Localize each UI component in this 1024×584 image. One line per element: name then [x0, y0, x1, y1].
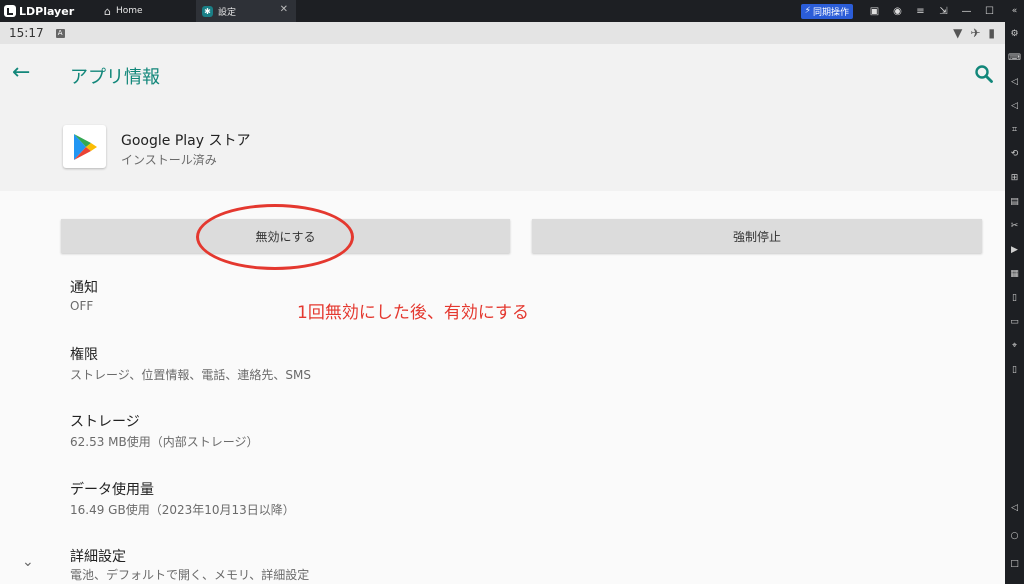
settings-gear-icon: ✱ — [202, 5, 213, 17]
android-home-icon[interactable]: ○ — [1008, 530, 1021, 542]
emulator-title-bar: LDPlayer ⌂ Home ✱ 設定 ✕ ⚡ 同期操作 ▣ ◉ ≡ ⇲ — … — [0, 0, 1024, 22]
emulator-window-controls: ⚡ 同期操作 ▣ ◉ ≡ ⇲ — ☐ ✕ — [800, 0, 1024, 22]
volume-up-icon[interactable]: ◁ — [1008, 76, 1021, 88]
google-play-logo-icon — [73, 133, 97, 160]
settings-item-subtitle: 62.53 MB使用（内部ストレージ） — [70, 435, 259, 449]
app-install-status: インストール済み — [121, 153, 217, 167]
record-icon[interactable]: ▶ — [1008, 244, 1021, 256]
settings-item-subtitle: ストレージ、位置情報、電話、連絡先、SMS — [70, 368, 311, 382]
account-icon[interactable]: ◉ — [886, 6, 909, 17]
tab-home[interactable]: ⌂ Home — [92, 0, 196, 22]
status-icons: ▼ ✈ ▮ — [945, 26, 1005, 40]
chevron-down-icon: ⌄ — [22, 554, 34, 570]
status-time: 15:17 — [9, 26, 44, 40]
sync-operation-button[interactable]: ⚡ 同期操作 — [800, 3, 853, 19]
app-info-header: ← アプリ情報 Google Play ストア インストール済み — [0, 44, 1005, 191]
sync-operation-label: 同期操作 — [812, 7, 849, 18]
settings-item-subtitle: 電池、デフォルトで開く、メモリ、詳細設定 — [70, 568, 310, 582]
airplane-mode-icon: ✈ — [970, 26, 981, 40]
settings-item-title: 詳細設定 — [70, 549, 126, 565]
ldplayer-logo-icon — [4, 5, 16, 17]
android-back-icon[interactable]: ◁ — [1008, 502, 1021, 514]
sidebar-collapse-icon[interactable]: « — [1005, 0, 1024, 22]
app-info-screen: ← アプリ情報 Google Play ストア インストール済み 無効にする 強… — [0, 44, 1005, 584]
search-icon[interactable] — [974, 64, 994, 84]
minimize-icon[interactable]: — — [955, 6, 978, 17]
folder-icon[interactable]: ▭ — [1008, 316, 1021, 328]
shake-icon[interactable]: ▯ — [1008, 292, 1021, 304]
tab-settings[interactable]: ✱ 設定 ✕ — [196, 0, 296, 22]
tab-settings-label: 設定 — [218, 7, 237, 18]
google-play-app-icon — [63, 125, 106, 168]
gamepad-icon[interactable]: ▣ — [863, 6, 886, 17]
sync-icon[interactable]: ⟲ — [1008, 148, 1021, 160]
keyboard-icon[interactable]: ⌨ — [1008, 52, 1021, 64]
screenshot-icon[interactable]: ⌗ — [1008, 124, 1021, 136]
annotation-text: 1回無効にした後、有効にする — [297, 303, 529, 323]
script-icon[interactable]: ▦ — [1008, 268, 1021, 280]
settings-item-subtitle: OFF — [70, 299, 94, 313]
ldplayer-logo: LDPlayer — [0, 5, 92, 18]
rotate-icon[interactable]: ▯ — [1008, 364, 1021, 376]
tab-close-icon[interactable]: ✕ — [280, 4, 288, 15]
home-icon: ⌂ — [104, 4, 111, 18]
bolt-icon: ⚡ — [804, 6, 811, 16]
tab-home-label: Home — [115, 6, 143, 16]
settings-item-title: ストレージ — [70, 414, 140, 430]
settings-icon[interactable]: ⚙ — [1008, 28, 1021, 40]
emulator-sidebar: ⚙ ⌨ ◁ ◁ ⌗ ⟲ ⊞ ▤ ✂ ▶ ▦ ▯ ▭ ⌖ ▯ ◁ ○ □ — [1005, 22, 1024, 584]
emulator-window: LDPlayer ⌂ Home ✱ 設定 ✕ ⚡ 同期操作 ▣ ◉ ≡ ⇲ — … — [0, 0, 1024, 584]
ldplayer-brand-label: LDPlayer — [19, 4, 75, 18]
maximize-icon[interactable]: ☐ — [978, 6, 1001, 17]
add-app-icon[interactable]: ⊞ — [1008, 172, 1021, 184]
android-recents-icon[interactable]: □ — [1008, 558, 1021, 570]
back-arrow-icon[interactable]: ← — [12, 62, 30, 84]
force-stop-button[interactable]: 強制停止 — [532, 219, 982, 253]
settings-item-title: 権限 — [70, 347, 98, 363]
volume-down-icon[interactable]: ◁ — [1008, 100, 1021, 112]
notification-badge-icon: A — [55, 28, 65, 38]
location-icon[interactable]: ⌖ — [1008, 340, 1021, 352]
android-status-bar: 15:17 A ▼ ✈ ▮ — [0, 22, 1005, 44]
settings-item-title: 通知 — [70, 280, 98, 296]
scissors-icon[interactable]: ✂ — [1008, 220, 1021, 232]
annotation-circle — [196, 204, 354, 270]
settings-item-subtitle: 16.49 GB使用（2023年10月13日以降） — [70, 503, 295, 517]
battery-icon: ▮ — [988, 26, 995, 40]
settings-item-title: データ使用量 — [70, 482, 154, 498]
page-title: アプリ情報 — [70, 67, 160, 88]
window-resize-icon[interactable]: ⇲ — [932, 6, 955, 17]
menu-icon[interactable]: ≡ — [909, 6, 932, 17]
wifi-icon: ▼ — [953, 26, 963, 40]
apk-install-icon[interactable]: ▤ — [1008, 196, 1021, 208]
app-name: Google Play ストア — [121, 133, 251, 149]
